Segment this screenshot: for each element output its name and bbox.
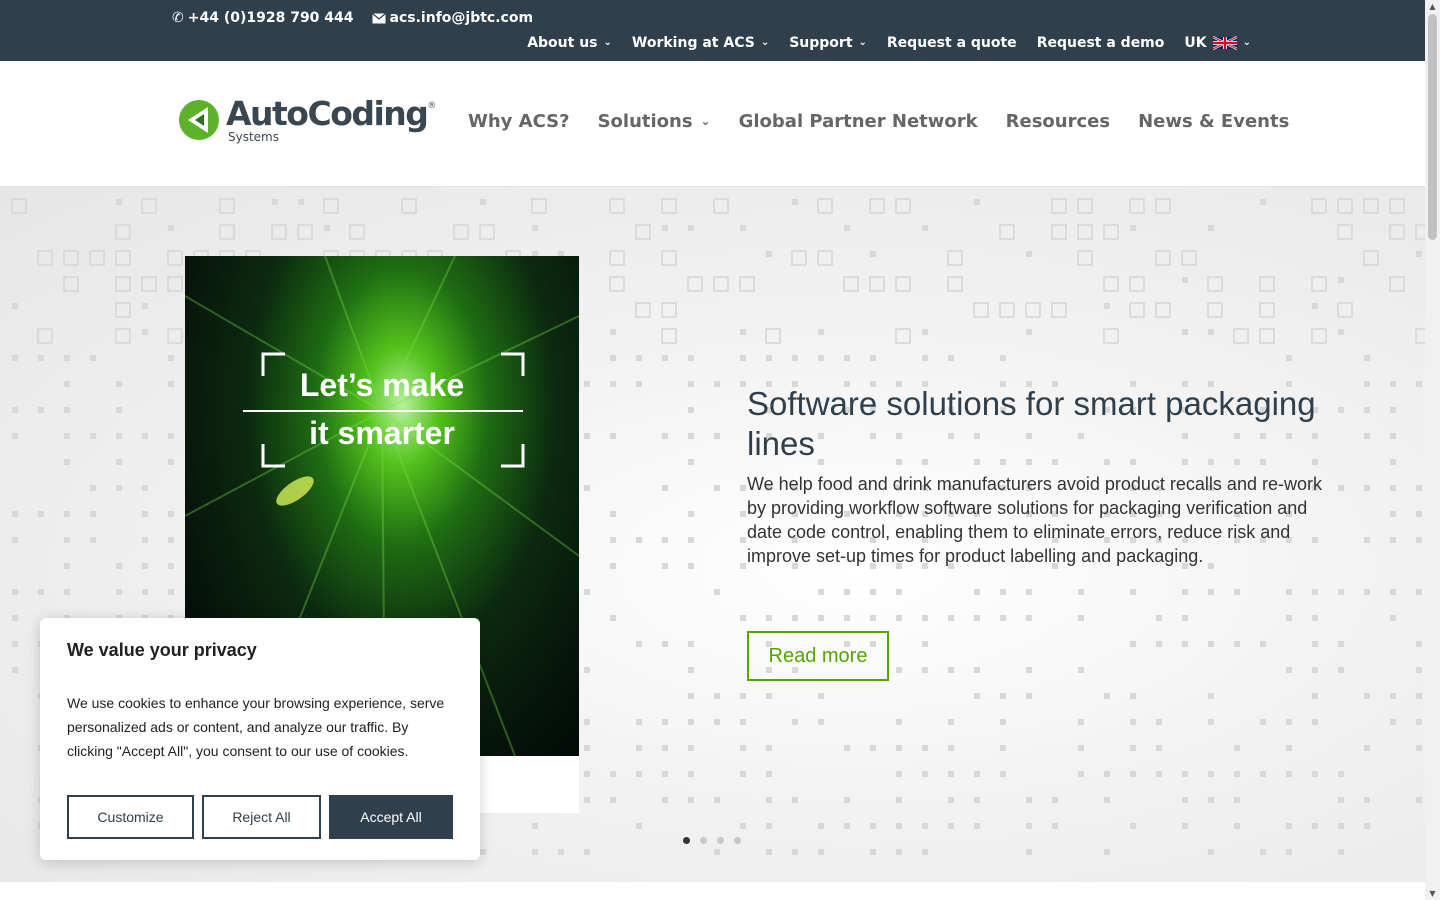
email-link[interactable]: acs.info@jbtc.com [371, 10, 534, 26]
nav-global-partner-network[interactable]: Global Partner Network [739, 111, 978, 132]
secondary-nav: About us ⌄ Working at ACS ⌄ Support ⌄ Reque… [527, 35, 1251, 51]
poster-line-1: Let’s make [299, 367, 465, 403]
poster-line-2: it smarter [309, 415, 455, 451]
hero-body: We help food and drink manufacturers avo… [747, 474, 1322, 566]
envelope-icon [371, 12, 386, 24]
hero-heading: Software solutions for smart packaging l… [747, 385, 1316, 462]
customize-button[interactable]: Customize [67, 795, 194, 839]
secnav-request-demo[interactable]: Request a demo [1037, 35, 1165, 51]
logo-subtitle: Systems [228, 130, 279, 144]
chevron-down-icon: ⌄ [1242, 36, 1251, 48]
scrollbar-thumb[interactable] [1428, 14, 1437, 240]
phone-link[interactable]: ✆ +44 (0)1928 790 444 [172, 10, 354, 26]
cookie-consent-banner: We value your privacy We use cookies to … [40, 618, 480, 860]
secnav-request-quote[interactable]: Request a quote [887, 35, 1017, 51]
logo-mark-icon [178, 97, 220, 147]
accept-all-button[interactable]: Accept All [329, 795, 453, 839]
uk-flag-icon [1212, 35, 1238, 51]
phone-number: +44 (0)1928 790 444 [187, 10, 354, 26]
secnav-working-at-acs[interactable]: Working at ACS ⌄ [632, 35, 769, 51]
main-header: AutoCoding ® Systems Why ACS? Solutions ⌄… [0, 61, 1425, 187]
main-nav: Why ACS? Solutions ⌄ Global Partner Netwo… [468, 111, 1289, 132]
chevron-down-icon: ⌄ [603, 36, 612, 48]
autocoding-logo[interactable]: AutoCoding ® Systems [178, 97, 436, 147]
secnav-label: About us [527, 35, 598, 51]
nav-why-acs[interactable]: Why ACS? [468, 111, 570, 132]
nav-label: Why ACS? [468, 111, 570, 132]
page-scrollbar[interactable]: ▲ ▼ [1425, 0, 1440, 900]
secnav-label: Support [789, 35, 853, 51]
chevron-down-icon: ⌄ [858, 36, 867, 48]
nav-label: News & Events [1138, 111, 1290, 132]
nav-resources[interactable]: Resources [1006, 111, 1110, 132]
hero-copy: Software solutions for smart packaging l… [747, 384, 1337, 568]
phone-icon: ✆ [172, 10, 184, 26]
nav-news-events[interactable]: News & Events [1138, 111, 1289, 132]
slider-dot-4[interactable] [734, 837, 741, 844]
email-address: acs.info@jbtc.com [389, 10, 534, 26]
scroll-up-arrow-icon[interactable]: ▲ [1428, 2, 1437, 11]
region-selector[interactable]: UK ⌄ [1184, 35, 1251, 51]
secnav-support[interactable]: Support ⌄ [789, 35, 867, 51]
cookie-text: We use cookies to enhance your browsing … [67, 695, 445, 759]
slider-dot-2[interactable] [700, 837, 707, 844]
reject-all-button[interactable]: Reject All [202, 795, 321, 839]
chevron-down-icon: ⌄ [700, 113, 711, 128]
read-more-button[interactable]: Read more [747, 631, 889, 681]
top-bar: ✆ +44 (0)1928 790 444 acs.info@jbtc.com … [0, 0, 1425, 61]
slider-pagination [683, 837, 741, 844]
nav-label: Solutions [597, 111, 693, 132]
region-label: UK [1184, 35, 1207, 51]
logo-registered: ® [427, 101, 437, 111]
chevron-down-icon: ⌄ [760, 36, 770, 48]
slider-dot-3[interactable] [717, 837, 724, 844]
nav-label: Resources [1005, 111, 1111, 132]
page-bottom [0, 882, 1425, 900]
secnav-label: Request a demo [1036, 35, 1165, 51]
contact-info: ✆ +44 (0)1928 790 444 acs.info@jbtc.com [172, 10, 533, 26]
secnav-about-us[interactable]: About us ⌄ [527, 35, 612, 51]
logo-brand: AutoCoding [226, 94, 429, 133]
cookie-title: We value your privacy [67, 640, 257, 660]
slider-dot-1[interactable] [683, 837, 690, 844]
nav-label: Global Partner Network [738, 111, 978, 132]
secnav-label: Request a quote [886, 35, 1017, 51]
secnav-label: Working at ACS [631, 35, 755, 51]
nav-solutions[interactable]: Solutions ⌄ [598, 111, 711, 132]
scroll-down-arrow-icon[interactable]: ▼ [1428, 889, 1437, 898]
